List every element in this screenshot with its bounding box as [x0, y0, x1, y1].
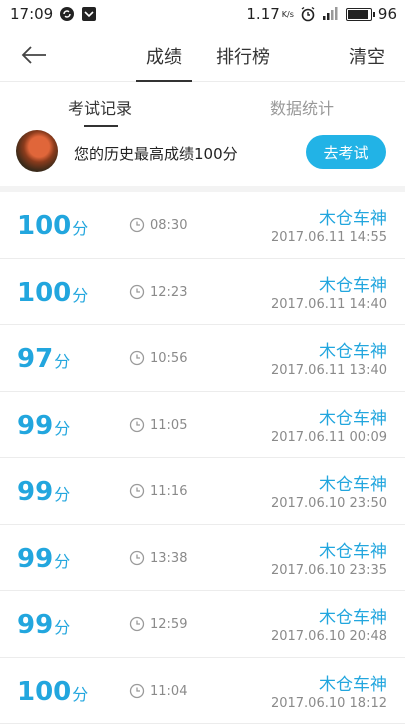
nav-bar: 成绩 排行榜 清空	[0, 28, 405, 82]
score-unit: 分	[54, 485, 70, 504]
exam-datetime: 2017.06.11 14:40	[271, 297, 387, 312]
user-name: 木仓车神	[319, 537, 387, 562]
battery-level: 96	[378, 5, 397, 23]
record-row[interactable]: 100分 11:04 木仓车神2017.06.10 18:12	[0, 658, 405, 724]
records-list: 100分08:30木仓车神2017.06.11 14:55100分12:23木仓…	[0, 192, 405, 724]
exam-duration: 12:23	[150, 285, 187, 300]
score-unit: 分	[72, 685, 88, 704]
clock-icon	[129, 284, 145, 300]
network-unit: K/s	[282, 10, 294, 19]
score: 100分	[17, 211, 88, 241]
score: 100分	[17, 278, 88, 308]
user-name: 木仓车神	[319, 271, 387, 296]
score-value: 100	[17, 211, 71, 241]
score-value: 99	[17, 610, 53, 640]
clock-icon	[129, 417, 145, 433]
exam-datetime: 2017.06.10 20:48	[271, 629, 387, 644]
clock-icon	[129, 550, 145, 566]
exam-duration: 11:04	[150, 684, 187, 699]
active-tab-indicator	[84, 125, 118, 127]
user-name: 木仓车神	[319, 404, 387, 429]
tab-statistics[interactable]: 数据统计	[270, 95, 334, 119]
score-unit: 分	[72, 286, 88, 305]
sub-tabs: 考试记录 数据统计	[0, 82, 405, 128]
score-unit: 分	[54, 419, 70, 438]
tab-leaderboard[interactable]: 排行榜	[216, 43, 270, 79]
sync-icon	[59, 6, 75, 22]
exam-datetime: 2017.06.11 14:55	[271, 230, 387, 245]
exam-duration: 08:30	[150, 218, 187, 233]
score-value: 100	[17, 677, 71, 707]
take-exam-button[interactable]: 去考试	[306, 135, 386, 169]
exam-datetime: 2017.06.11 00:09	[271, 430, 387, 445]
status-time: 17:09	[10, 5, 53, 23]
network-speed: 1.17	[246, 5, 279, 23]
score-unit: 分	[54, 618, 70, 637]
score: 99分	[17, 610, 70, 640]
alarm-icon	[300, 6, 316, 22]
score-value: 99	[17, 477, 53, 507]
score-unit: 分	[54, 352, 70, 371]
exam-duration: 11:05	[150, 418, 187, 433]
score: 99分	[17, 477, 70, 507]
best-score-text: 您的历史最高成绩100分	[74, 143, 238, 164]
record-row[interactable]: 100分 12:23 木仓车神2017.06.11 14:40	[0, 259, 405, 326]
signal-icon	[322, 7, 340, 21]
record-row[interactable]: 99分 12:59 木仓车神2017.06.10 20:48	[0, 591, 405, 658]
exam-datetime: 2017.06.10 23:50	[271, 496, 387, 511]
shield-icon	[81, 6, 97, 22]
score: 99分	[17, 411, 70, 441]
arrow-left-icon	[20, 45, 48, 65]
exam-duration: 10:56	[150, 351, 187, 366]
score-value: 100	[17, 278, 71, 308]
clear-button[interactable]: 清空	[349, 43, 385, 69]
score-value: 97	[17, 344, 53, 374]
status-bar: 17:09 1.17 K/s 96	[0, 0, 405, 28]
exam-duration: 12:59	[150, 617, 187, 632]
user-name: 木仓车神	[319, 670, 387, 695]
record-row[interactable]: 100分 08:30 木仓车神2017.06.11 14:55	[0, 192, 405, 259]
tab-exam-records[interactable]: 考试记录	[68, 95, 132, 119]
clock-icon	[129, 616, 145, 632]
exam-duration: 13:38	[150, 551, 187, 566]
score: 99分	[17, 544, 70, 574]
record-row[interactable]: 99分 13:38 木仓车神2017.06.10 23:35	[0, 525, 405, 592]
user-name: 木仓车神	[319, 470, 387, 495]
avatar	[16, 130, 58, 172]
exam-duration: 11:16	[150, 484, 187, 499]
battery-icon	[346, 8, 372, 21]
record-row[interactable]: 99分 11:05 木仓车神2017.06.11 00:09	[0, 392, 405, 459]
user-name: 木仓车神	[319, 337, 387, 362]
score: 97分	[17, 344, 70, 374]
exam-datetime: 2017.06.11 13:40	[271, 363, 387, 378]
back-button[interactable]	[20, 40, 50, 70]
score-value: 99	[17, 411, 53, 441]
score: 100分	[17, 677, 88, 707]
clock-icon	[129, 217, 145, 233]
exam-datetime: 2017.06.10 23:35	[271, 563, 387, 578]
best-score-row: 您的历史最高成绩100分 去考试	[0, 128, 405, 180]
user-name: 木仓车神	[319, 603, 387, 628]
record-row[interactable]: 99分 11:16 木仓车神2017.06.10 23:50	[0, 458, 405, 525]
score-unit: 分	[72, 219, 88, 238]
clock-icon	[129, 683, 145, 699]
record-row[interactable]: 97分 10:56 木仓车神2017.06.11 13:40	[0, 325, 405, 392]
tab-scores[interactable]: 成绩	[146, 43, 182, 79]
exam-datetime: 2017.06.10 18:12	[271, 696, 387, 711]
clock-icon	[129, 350, 145, 366]
score-unit: 分	[54, 552, 70, 571]
clock-icon	[129, 483, 145, 499]
score-value: 99	[17, 544, 53, 574]
user-name: 木仓车神	[319, 204, 387, 229]
